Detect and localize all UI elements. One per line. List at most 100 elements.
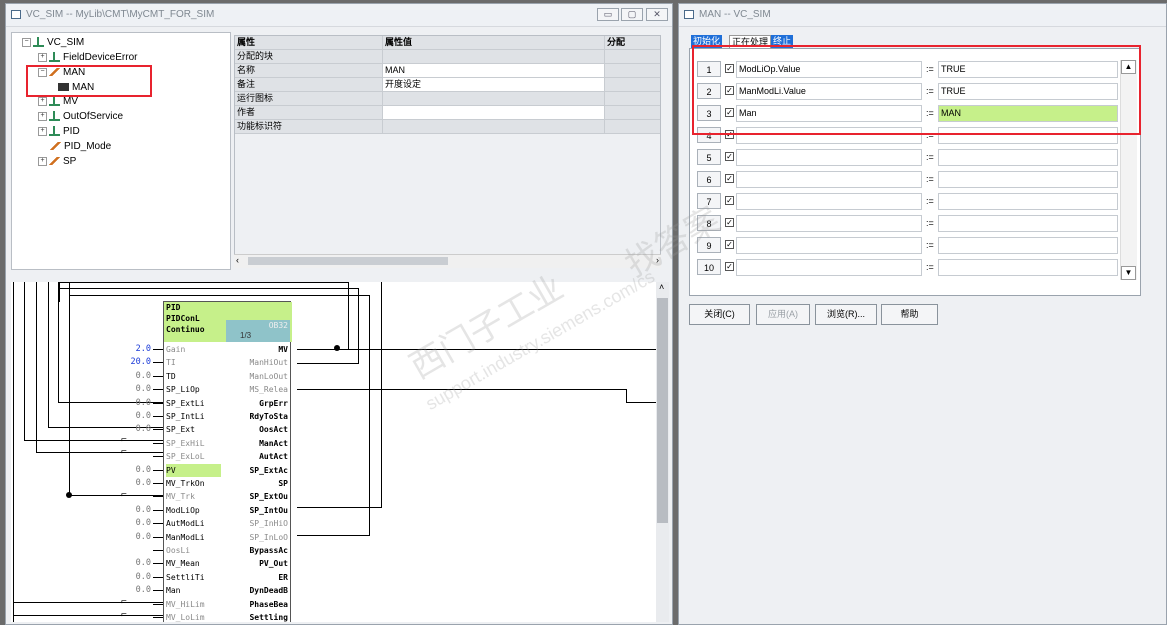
close-button[interactable]: 关闭(C) xyxy=(689,304,750,325)
row-number[interactable]: 6 xyxy=(697,171,721,187)
row-number[interactable]: 5 xyxy=(697,149,721,165)
close-window-button[interactable]: ✕ xyxy=(646,8,668,21)
pid-input-pin[interactable]: ModLiOp xyxy=(166,504,200,517)
left-operand-field[interactable] xyxy=(736,215,922,232)
tree-item-outofservice[interactable]: + OutOfService xyxy=(38,110,123,124)
tree-item-pid-mode[interactable]: PID_Mode xyxy=(50,140,111,154)
pid-output-pin[interactable]: SP_IntOu xyxy=(249,504,288,517)
pid-input-pin[interactable]: SP_IntLi xyxy=(166,410,205,423)
pid-input-pin[interactable]: Gain xyxy=(166,343,185,356)
property-row[interactable]: 运行图标 xyxy=(235,92,660,106)
pid-input-pin[interactable]: Man xyxy=(166,584,180,597)
tree-item-mv[interactable]: + MV xyxy=(38,95,78,109)
pid-input-pin[interactable]: SettliTi xyxy=(166,571,205,584)
browse-button[interactable]: 浏览(R)... xyxy=(815,304,877,325)
tree-item-fielddeviceerror[interactable]: + FieldDeviceError xyxy=(38,51,137,65)
pid-output-pin[interactable]: ManAct xyxy=(259,437,288,450)
scroll-left-icon[interactable]: ‹ xyxy=(236,255,239,265)
expand-icon[interactable]: + xyxy=(38,52,47,62)
row-checkbox[interactable]: ✓ xyxy=(725,174,734,183)
property-value[interactable] xyxy=(383,106,605,119)
left-operand-field[interactable] xyxy=(736,149,922,166)
pid-input-pin[interactable]: MV_LoLim xyxy=(166,611,205,622)
minimize-button[interactable]: ▭ xyxy=(597,8,619,21)
property-grid[interactable]: 属性 属性值 分配 分配的块 名称 MAN 备注 开度设定 运行图标 作者 功能… xyxy=(234,35,661,267)
pid-input-pin[interactable]: AutModLi xyxy=(166,517,205,530)
pid-input-pin[interactable]: MV_Trk xyxy=(166,490,195,503)
right-operand-field[interactable] xyxy=(938,193,1118,210)
pid-input-pin[interactable]: MV_Mean xyxy=(166,557,200,570)
pid-output-pin[interactable]: DynDeadB xyxy=(249,584,288,597)
pid-input-pin[interactable]: OosLi xyxy=(166,544,190,557)
pid-output-pin[interactable]: ManLoOut xyxy=(249,370,288,383)
property-row[interactable]: 分配的块 xyxy=(235,50,660,64)
pid-input-pin[interactable]: TI xyxy=(166,356,176,369)
tree-item-sp[interactable]: + SP xyxy=(38,155,76,169)
pid-output-pin[interactable]: OosAct xyxy=(259,423,288,436)
pid-output-pin[interactable]: BypassAc xyxy=(249,544,288,557)
pid-output-pin[interactable]: AutAct xyxy=(259,450,288,463)
pid-output-pin[interactable]: SP_InHiO xyxy=(249,517,288,530)
row-checkbox[interactable]: ✓ xyxy=(725,218,734,227)
property-hscrollbar[interactable]: ‹ › xyxy=(234,254,661,268)
pid-input-pin[interactable]: ManModLi xyxy=(166,531,205,544)
hscroll-thumb[interactable] xyxy=(248,257,448,265)
pid-output-pin[interactable]: MS_Relea xyxy=(249,383,288,396)
pid-input-pin[interactable]: MV_HiLim xyxy=(166,598,205,611)
property-row[interactable]: 作者 xyxy=(235,106,660,120)
collapse-icon[interactable]: − xyxy=(22,37,31,47)
right-operand-field[interactable] xyxy=(938,149,1118,166)
expand-icon[interactable]: + xyxy=(38,126,47,136)
apply-button[interactable]: 应用(A) xyxy=(756,304,810,325)
pid-input-pin[interactable]: SP_LiOp xyxy=(166,383,200,396)
maximize-button[interactable]: ▢ xyxy=(621,8,643,21)
property-value[interactable]: 开度设定 xyxy=(383,78,605,91)
row-checkbox[interactable]: ✓ xyxy=(725,262,734,271)
row-checkbox[interactable]: ✓ xyxy=(725,196,734,205)
expand-icon[interactable]: + xyxy=(38,96,47,106)
pid-output-pin[interactable]: RdyToSta xyxy=(249,410,288,423)
expand-icon[interactable]: + xyxy=(38,111,47,121)
diagram-vscroll-thumb[interactable] xyxy=(657,298,668,523)
pid-output-pin[interactable]: PhaseBea xyxy=(249,598,288,611)
pid-output-pin[interactable]: Settling xyxy=(249,611,288,622)
tree-item-vc-sim[interactable]: − VC_SIM xyxy=(22,36,84,50)
property-row[interactable]: 功能标识符 xyxy=(235,120,660,134)
pid-output-pin[interactable]: SP xyxy=(278,477,288,490)
row-number[interactable]: 10 xyxy=(697,259,721,275)
pid-output-pin[interactable]: ManHiOut xyxy=(249,356,288,369)
tree-item-pid[interactable]: + PID xyxy=(38,125,80,139)
pid-output-pin[interactable]: ER xyxy=(278,571,288,584)
pid-output-pin[interactable]: SP_ExtAc xyxy=(249,464,288,477)
property-row[interactable]: 名称 MAN xyxy=(235,64,660,78)
property-row[interactable]: 备注 开度设定 xyxy=(235,78,660,92)
right-operand-field[interactable] xyxy=(938,215,1118,232)
pid-input-pin[interactable]: SP_ExHiL xyxy=(166,437,205,450)
left-operand-field[interactable] xyxy=(736,237,922,254)
row-checkbox[interactable]: ✓ xyxy=(725,240,734,249)
right-operand-field[interactable] xyxy=(938,237,1118,254)
right-operand-field[interactable] xyxy=(938,171,1118,188)
pid-input-pin[interactable]: PV xyxy=(166,463,221,477)
pid-output-pin[interactable]: SP_InLoO xyxy=(249,531,288,544)
scroll-down-button[interactable]: ▼ xyxy=(1121,266,1136,280)
property-value[interactable]: MAN xyxy=(383,64,605,77)
left-operand-field[interactable] xyxy=(736,193,922,210)
help-button[interactable]: 帮助 xyxy=(881,304,938,325)
pid-input-pin[interactable]: SP_ExLoL xyxy=(166,450,205,463)
pid-input-pin[interactable]: TD xyxy=(166,370,176,383)
left-operand-field[interactable] xyxy=(736,259,922,276)
expand-icon[interactable]: + xyxy=(38,156,47,166)
pid-output-pin[interactable]: PV_Out xyxy=(259,557,288,570)
row-checkbox[interactable]: ✓ xyxy=(725,152,734,161)
pid-output-pin[interactable]: MV xyxy=(278,343,288,356)
left-operand-field[interactable] xyxy=(736,171,922,188)
pid-input-pin[interactable]: SP_ExtLi xyxy=(166,397,205,410)
scroll-up-icon[interactable]: ˄ xyxy=(659,282,664,292)
pid-output-pin[interactable]: GrpErr xyxy=(259,397,288,410)
pid-input-pin[interactable]: SP_Ext xyxy=(166,423,195,436)
pid-input-pin[interactable]: MV_TrkOn xyxy=(166,477,205,490)
pid-block[interactable]: PID PIDConL Continuo OB32 1/3 Gain TI TD SP… xyxy=(163,301,292,622)
right-operand-field[interactable] xyxy=(938,259,1118,276)
pid-output-pin[interactable]: SP_ExtOu xyxy=(249,490,288,503)
